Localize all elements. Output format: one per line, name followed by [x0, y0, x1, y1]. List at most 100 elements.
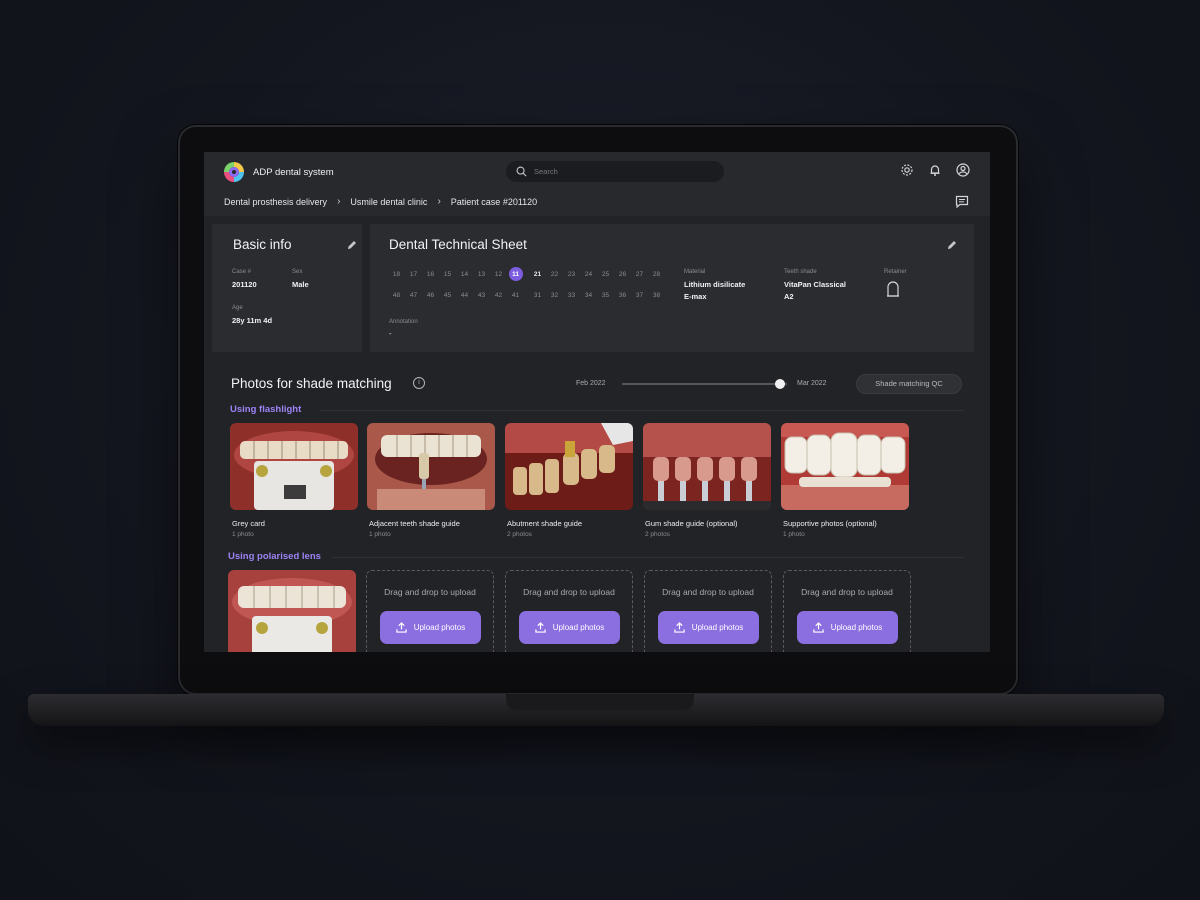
tooth-18[interactable]: 18 — [388, 267, 405, 281]
tooth-12[interactable]: 12 — [490, 267, 507, 281]
tooth-14[interactable]: 14 — [456, 267, 473, 281]
upload-photos-button[interactable]: Upload photos — [658, 611, 759, 644]
laptop-notch — [506, 694, 694, 710]
tooth-36[interactable]: 36 — [614, 288, 631, 302]
tooth-34[interactable]: 34 — [580, 288, 597, 302]
photo-count: 2 photos — [507, 531, 532, 538]
tooth-41[interactable]: 41 — [507, 288, 524, 302]
tooth-38[interactable]: 38 — [648, 288, 665, 302]
tooth-24[interactable]: 24 — [580, 267, 597, 281]
dropzone-text: Drag and drop to upload — [523, 587, 615, 597]
upload-dropzone[interactable]: Drag and drop to upload Upload photos — [783, 570, 911, 652]
photo-count: 2 photos — [645, 531, 670, 538]
timeline-slider-track[interactable] — [622, 383, 787, 385]
tooth-28[interactable]: 28 — [648, 267, 665, 281]
photo-caption: Gum shade guide (optional) — [645, 519, 738, 528]
section-label-polarised: Using polarised lens — [228, 551, 321, 562]
tooth-23[interactable]: 23 — [563, 267, 580, 281]
section-label-flashlight: Using flashlight — [230, 404, 302, 415]
photo-count: 1 photo — [369, 531, 391, 538]
tooth-16[interactable]: 16 — [422, 267, 439, 281]
photo-thumbnail[interactable] — [781, 423, 909, 510]
sex-value: Male — [292, 280, 309, 289]
photos-section-title: Photos for shade matching — [231, 376, 392, 391]
user-profile-icon[interactable] — [956, 163, 970, 177]
tooth-35[interactable]: 35 — [597, 288, 614, 302]
teeth-chart-lower: 48 47 46 45 44 43 42 41 31 32 33 34 35 36 37 38 — [388, 288, 665, 302]
upload-dropzone[interactable]: Drag and drop to upload Upload photos — [644, 570, 772, 652]
photo-caption: Adjacent teeth shade guide — [369, 519, 460, 528]
teeth-shade-value-2: A2 — [784, 292, 794, 301]
tooth-42[interactable]: 42 — [490, 288, 507, 302]
tooth-32[interactable]: 32 — [546, 288, 563, 302]
dropzone-text: Drag and drop to upload — [384, 587, 476, 597]
tooth-11[interactable]: 11 — [508, 267, 523, 281]
section-divider — [332, 557, 964, 558]
tooth-43[interactable]: 43 — [473, 288, 490, 302]
search-bar[interactable] — [506, 161, 724, 182]
upload-photos-button[interactable]: Upload photos — [797, 611, 898, 644]
upload-button-label: Upload photos — [691, 623, 744, 632]
photo-thumbnail[interactable] — [230, 423, 358, 510]
dropzone-text: Drag and drop to upload — [662, 587, 754, 597]
photo-count: 1 photo — [232, 531, 254, 538]
tooth-33[interactable]: 33 — [563, 288, 580, 302]
age-label: Age — [232, 305, 243, 311]
tooth-26[interactable]: 26 — [614, 267, 631, 281]
tooth-45[interactable]: 45 — [439, 288, 456, 302]
basic-info-panel: Basic info Case # 201120 Sex Male Age 28… — [212, 224, 362, 352]
top-bar: ADP dental system Dental prosthesis deli… — [204, 152, 990, 216]
chevron-right-icon: › — [437, 196, 441, 207]
photo-thumbnail[interactable] — [505, 423, 633, 510]
breadcrumb-item-current: Patient case #201120 — [450, 196, 538, 207]
tooth-44[interactable]: 44 — [456, 288, 473, 302]
basic-info-title: Basic info — [233, 237, 292, 252]
tooth-13[interactable]: 13 — [473, 267, 490, 281]
info-icon[interactable]: i — [413, 377, 425, 389]
settings-gear-icon[interactable] — [900, 163, 914, 177]
app-logo-icon — [224, 162, 244, 182]
chat-message-icon[interactable] — [955, 195, 969, 209]
upload-dropzone[interactable]: Drag and drop to upload Upload photos — [366, 570, 494, 652]
photo-thumbnail[interactable] — [643, 423, 771, 510]
search-icon — [516, 166, 527, 177]
search-input[interactable] — [534, 164, 714, 179]
teeth-chart-upper: 18 17 16 15 14 13 12 11 21 22 23 24 25 26 27 28 — [388, 267, 665, 281]
case-value: 201120 — [232, 280, 257, 289]
upload-photos-button[interactable]: Upload photos — [380, 611, 481, 644]
upload-button-label: Upload photos — [413, 623, 466, 632]
tooth-48[interactable]: 48 — [388, 288, 405, 302]
shade-matching-qc-button[interactable]: Shade matching QC — [856, 374, 962, 394]
photo-count: 1 photo — [783, 531, 805, 538]
tooth-27[interactable]: 27 — [631, 267, 648, 281]
tooth-15[interactable]: 15 — [439, 267, 456, 281]
upload-photos-button[interactable]: Upload photos — [519, 611, 620, 644]
notification-bell-icon[interactable] — [928, 163, 942, 177]
edit-pencil-icon[interactable] — [946, 238, 958, 250]
upload-icon — [674, 622, 685, 633]
tooth-22[interactable]: 22 — [546, 267, 563, 281]
dropzone-text: Drag and drop to upload — [801, 587, 893, 597]
tooth-17[interactable]: 17 — [405, 267, 422, 281]
upload-dropzone[interactable]: Drag and drop to upload Upload photos — [505, 570, 633, 652]
photo-thumbnail[interactable] — [228, 570, 356, 652]
breadcrumb-item[interactable]: Usmile dental clinic — [350, 197, 427, 207]
top-icons — [900, 163, 970, 177]
tooth-25[interactable]: 25 — [597, 267, 614, 281]
tooth-46[interactable]: 46 — [422, 288, 439, 302]
tooth-47[interactable]: 47 — [405, 288, 422, 302]
age-value: 28y 11m 4d — [232, 316, 273, 325]
photo-thumbnail[interactable] — [367, 423, 495, 510]
timeline-slider-handle[interactable] — [775, 379, 786, 389]
breadcrumb-item[interactable]: Dental prosthesis delivery — [224, 197, 327, 207]
upload-icon — [813, 622, 824, 633]
tech-sheet-title: Dental Technical Sheet — [389, 237, 527, 252]
tooth-21[interactable]: 21 — [529, 267, 546, 281]
chevron-right-icon: › — [337, 196, 341, 207]
tooth-37[interactable]: 37 — [631, 288, 648, 302]
tooth-31[interactable]: 31 — [529, 288, 546, 302]
annotation-value: - — [389, 329, 392, 338]
edit-pencil-icon[interactable] — [346, 238, 358, 250]
case-label: Case # — [232, 269, 252, 275]
upload-icon — [535, 622, 546, 633]
